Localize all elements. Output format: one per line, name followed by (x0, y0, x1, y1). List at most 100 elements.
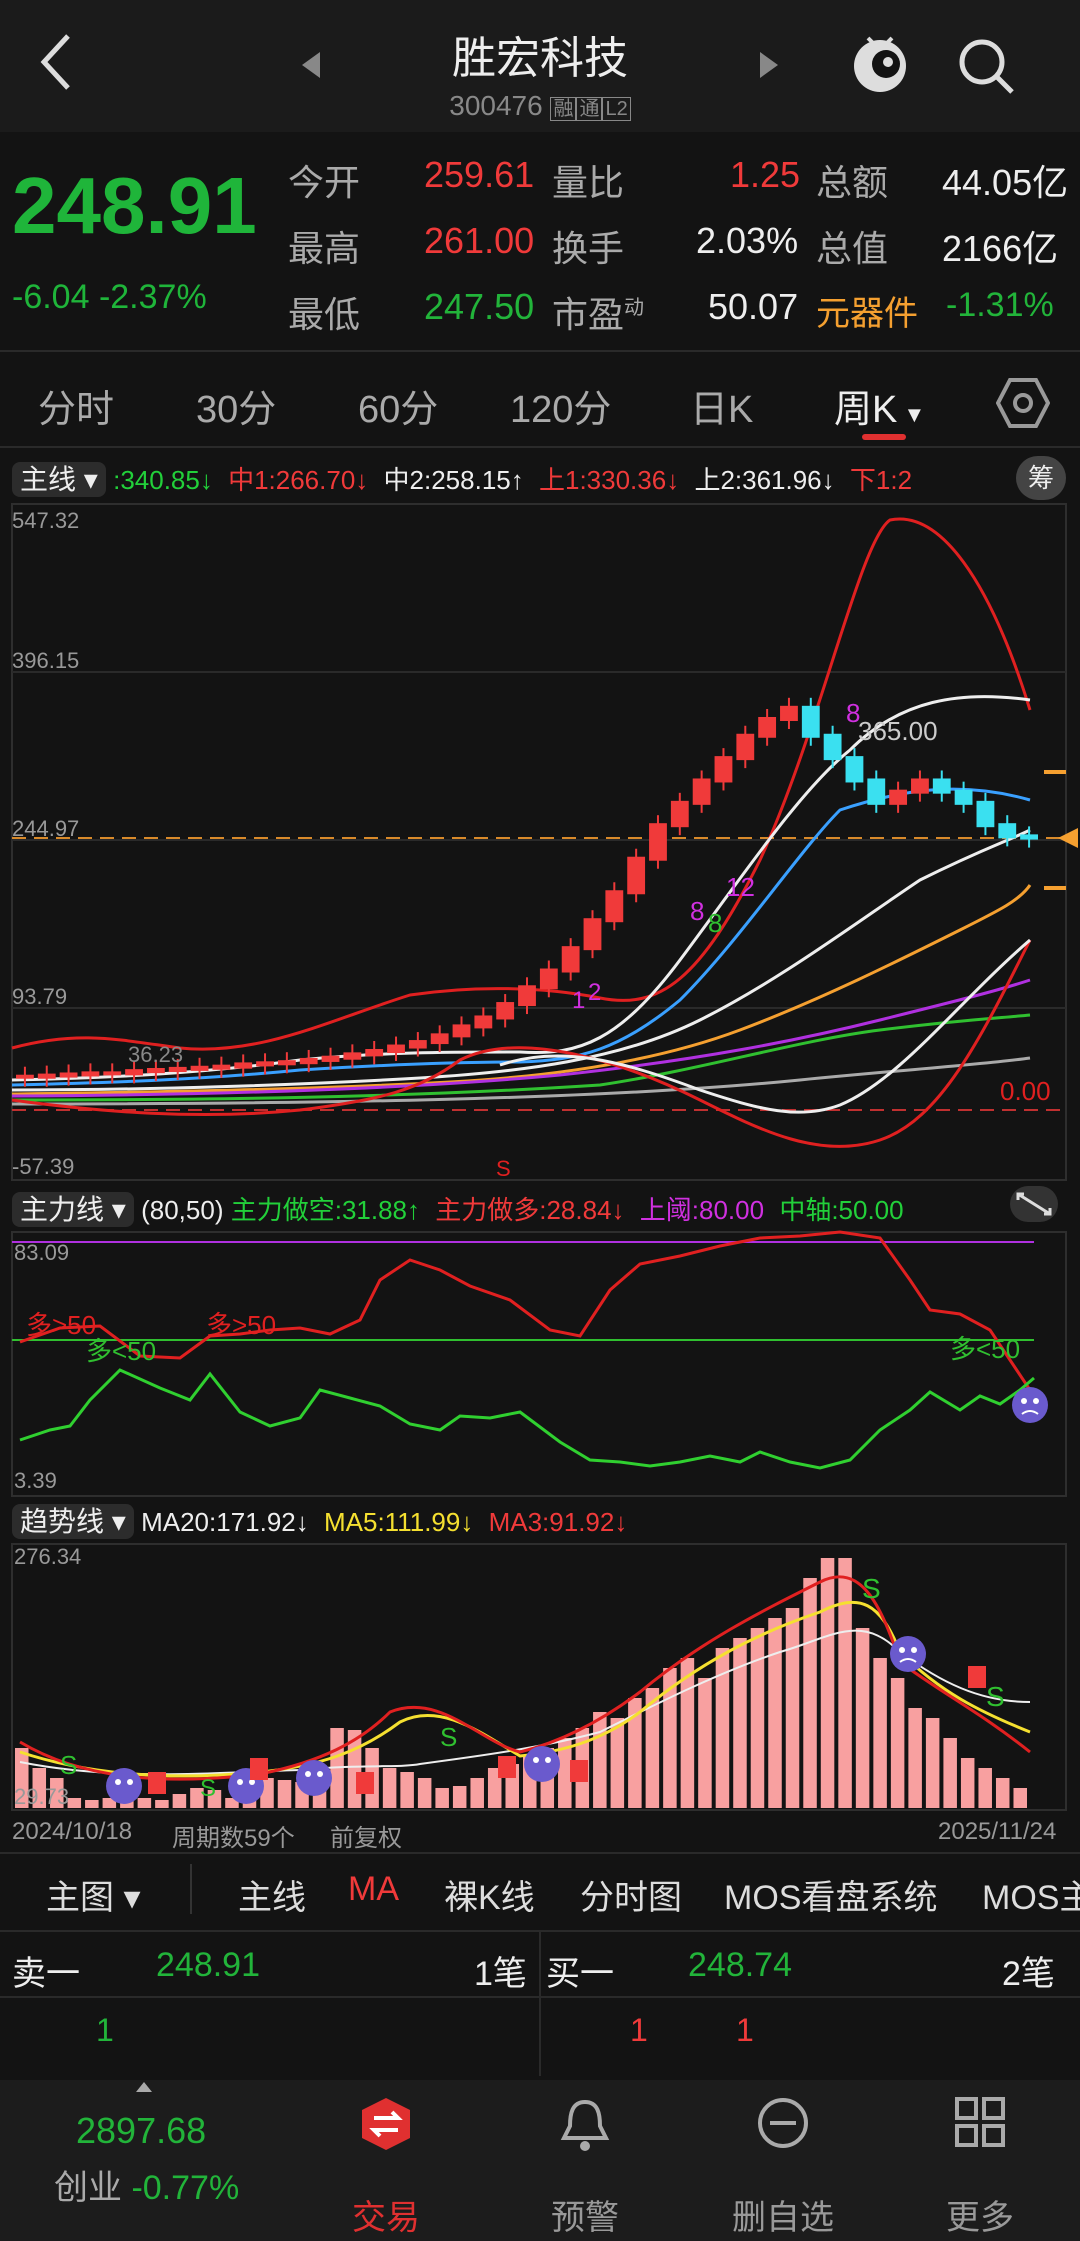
power-long-value: 主力做多:28.84↓ (435, 1195, 625, 1225)
low-label: 最低 (288, 294, 361, 335)
candle-body (16, 1074, 34, 1079)
candle-body (692, 778, 711, 805)
sector-label[interactable]: 元器件 (816, 286, 918, 335)
trend-line-chart[interactable]: 276.34 29.73 S S S S S (0, 1542, 1080, 1812)
candle-body (605, 890, 624, 923)
candle-body (583, 918, 602, 951)
mascot-icon[interactable] (848, 28, 912, 103)
power-indicator-dropdown[interactable]: 主力线 ▾ (12, 1192, 134, 1227)
main-indicator-bar: 主线 ▾ :340.85↓ 中1:266.70↓ 中2:258.15↑ 上1:3… (12, 458, 912, 498)
nav-trade[interactable]: 交易 (306, 2190, 466, 2239)
candle-body (561, 946, 580, 973)
trend-indicator-dropdown[interactable]: 趋势线 ▾ (12, 1504, 134, 1539)
nav-alert[interactable]: 预警 (505, 2190, 665, 2239)
grid-more-icon[interactable] (954, 2096, 1006, 2153)
nav-remove-favorite[interactable]: 删自选 (703, 2190, 863, 2239)
trend-bar (960, 1758, 975, 1808)
candle-body (1020, 834, 1038, 840)
change-percent: -2.37% (98, 278, 207, 316)
divider (0, 1852, 1080, 1854)
power-params: (80,50) (141, 1195, 224, 1225)
adjust-mode: 前复权 (330, 1825, 402, 1852)
settings-hex-icon[interactable] (995, 376, 1051, 435)
zero-value-label: 0.00 (1000, 1076, 1051, 1106)
stock-name: 胜宏科技 (452, 34, 628, 83)
main-indicator-dropdown[interactable]: 主线 ▾ (12, 462, 106, 497)
candle-body (452, 1024, 471, 1038)
candle-body (343, 1052, 362, 1060)
candle-body (911, 778, 929, 794)
chevron-up-icon[interactable] (134, 2080, 154, 2099)
period-count: 周期数59个 (172, 1825, 295, 1852)
trend-bar (890, 1678, 905, 1808)
candle-body (277, 1060, 296, 1066)
tab-120min[interactable]: 120分 (510, 378, 611, 433)
candle-body (932, 778, 951, 794)
candle-body (408, 1040, 427, 1049)
buy-detail-qty-1: 1 (630, 2012, 648, 2048)
candle-body (736, 733, 755, 761)
trend-bar (698, 1678, 712, 1808)
nav-more[interactable]: 更多 (900, 2190, 1060, 2239)
menu-timeshare[interactable]: 分时图 (580, 1870, 682, 1919)
candle-body (146, 1068, 165, 1074)
price-pointer-icon (1058, 828, 1078, 848)
next-stock-icon[interactable] (756, 50, 780, 85)
candle-body (59, 1072, 78, 1078)
index-ticker[interactable]: 创业 -0.77% (54, 2160, 239, 2209)
candle-body (867, 778, 886, 805)
tab-timeshare[interactable]: 分时 (38, 378, 114, 433)
menu-main-line[interactable]: 主线 (238, 1870, 306, 1919)
buy1-price: 248.74 (688, 1946, 792, 1984)
low-marker-label: 36.23 (128, 1042, 183, 1067)
menu-mos-main[interactable]: MOS主 (982, 1870, 1080, 1919)
tab-weekly-k[interactable]: 周K ▼ (834, 378, 925, 433)
note-long-below-50-2: 多<50 (950, 1334, 1020, 1364)
bell-icon[interactable] (560, 2096, 610, 2157)
note-long-above-50-2: 多>50 (206, 1310, 276, 1340)
trend-axis-top: 276.34 (14, 1544, 81, 1569)
menu-bare-k[interactable]: 裸K线 (444, 1870, 535, 1919)
candle-body (212, 1064, 231, 1070)
power-long-line (19, 1230, 1032, 1391)
power-line-chart[interactable]: 83.09 3.39 多>50 多<50 多>50 多<50 (0, 1230, 1080, 1500)
trend-bar (785, 1608, 800, 1808)
divider (0, 446, 1080, 448)
candle-body (649, 823, 667, 861)
main-kline-chart[interactable]: 547.32 396.15 244.97 93.79 -57.39 365.00… (0, 500, 1080, 1185)
menu-mos-system[interactable]: MOS看盘系统 (724, 1870, 937, 1919)
volume-ratio-value: 1.25 (730, 154, 801, 195)
buy1-label: 买一 (546, 1955, 614, 1993)
active-tab-indicator (862, 434, 906, 440)
last-price: 248.91 (12, 161, 257, 250)
bottom-nav: 2897.68 创业 -0.77% 交易 预警 删自选 更多 (0, 2080, 1080, 2241)
open-value: 259.61 (424, 154, 535, 195)
chip-button[interactable]: 筹 (1016, 456, 1066, 500)
tab-60min[interactable]: 60分 (358, 378, 438, 433)
menu-ma[interactable]: MA (348, 1870, 399, 1909)
change-value: -6.04 (12, 278, 90, 316)
main-chart-dropdown[interactable]: 主图 ▾ (46, 1870, 141, 1919)
index-value[interactable]: 2897.68 (76, 2110, 206, 2152)
trend-bar (470, 1778, 484, 1808)
search-icon[interactable] (956, 36, 1016, 101)
expand-icon[interactable] (1010, 1186, 1058, 1222)
remove-circle-icon[interactable] (756, 2096, 810, 2155)
ma3-value: MA3:91.92↓ (488, 1507, 628, 1537)
trend-s-mark: S (60, 1750, 77, 1780)
trade-icon[interactable] (360, 2096, 412, 2157)
sell-signal-s: S (496, 1156, 511, 1181)
turnover-amount-value: 44.05亿 (942, 162, 1069, 203)
sell1-label: 卖一 (12, 1955, 80, 1993)
power-short-line (19, 1368, 1035, 1470)
price-change: -6.04 -2.37% (12, 278, 207, 317)
trend-bar (978, 1768, 992, 1808)
turnover-rate-label: 换手 (552, 228, 625, 269)
tab-30min[interactable]: 30分 (196, 378, 276, 433)
tab-daily-k[interactable]: 日K (690, 378, 753, 433)
trend-bar (1013, 1788, 1027, 1808)
axis-label-2: 396.15 (12, 648, 79, 673)
upper-threshold: 上阈:80.00 (639, 1195, 765, 1225)
candle-body (299, 1057, 318, 1065)
ma5-value: MA5:111.99↓ (324, 1507, 474, 1537)
